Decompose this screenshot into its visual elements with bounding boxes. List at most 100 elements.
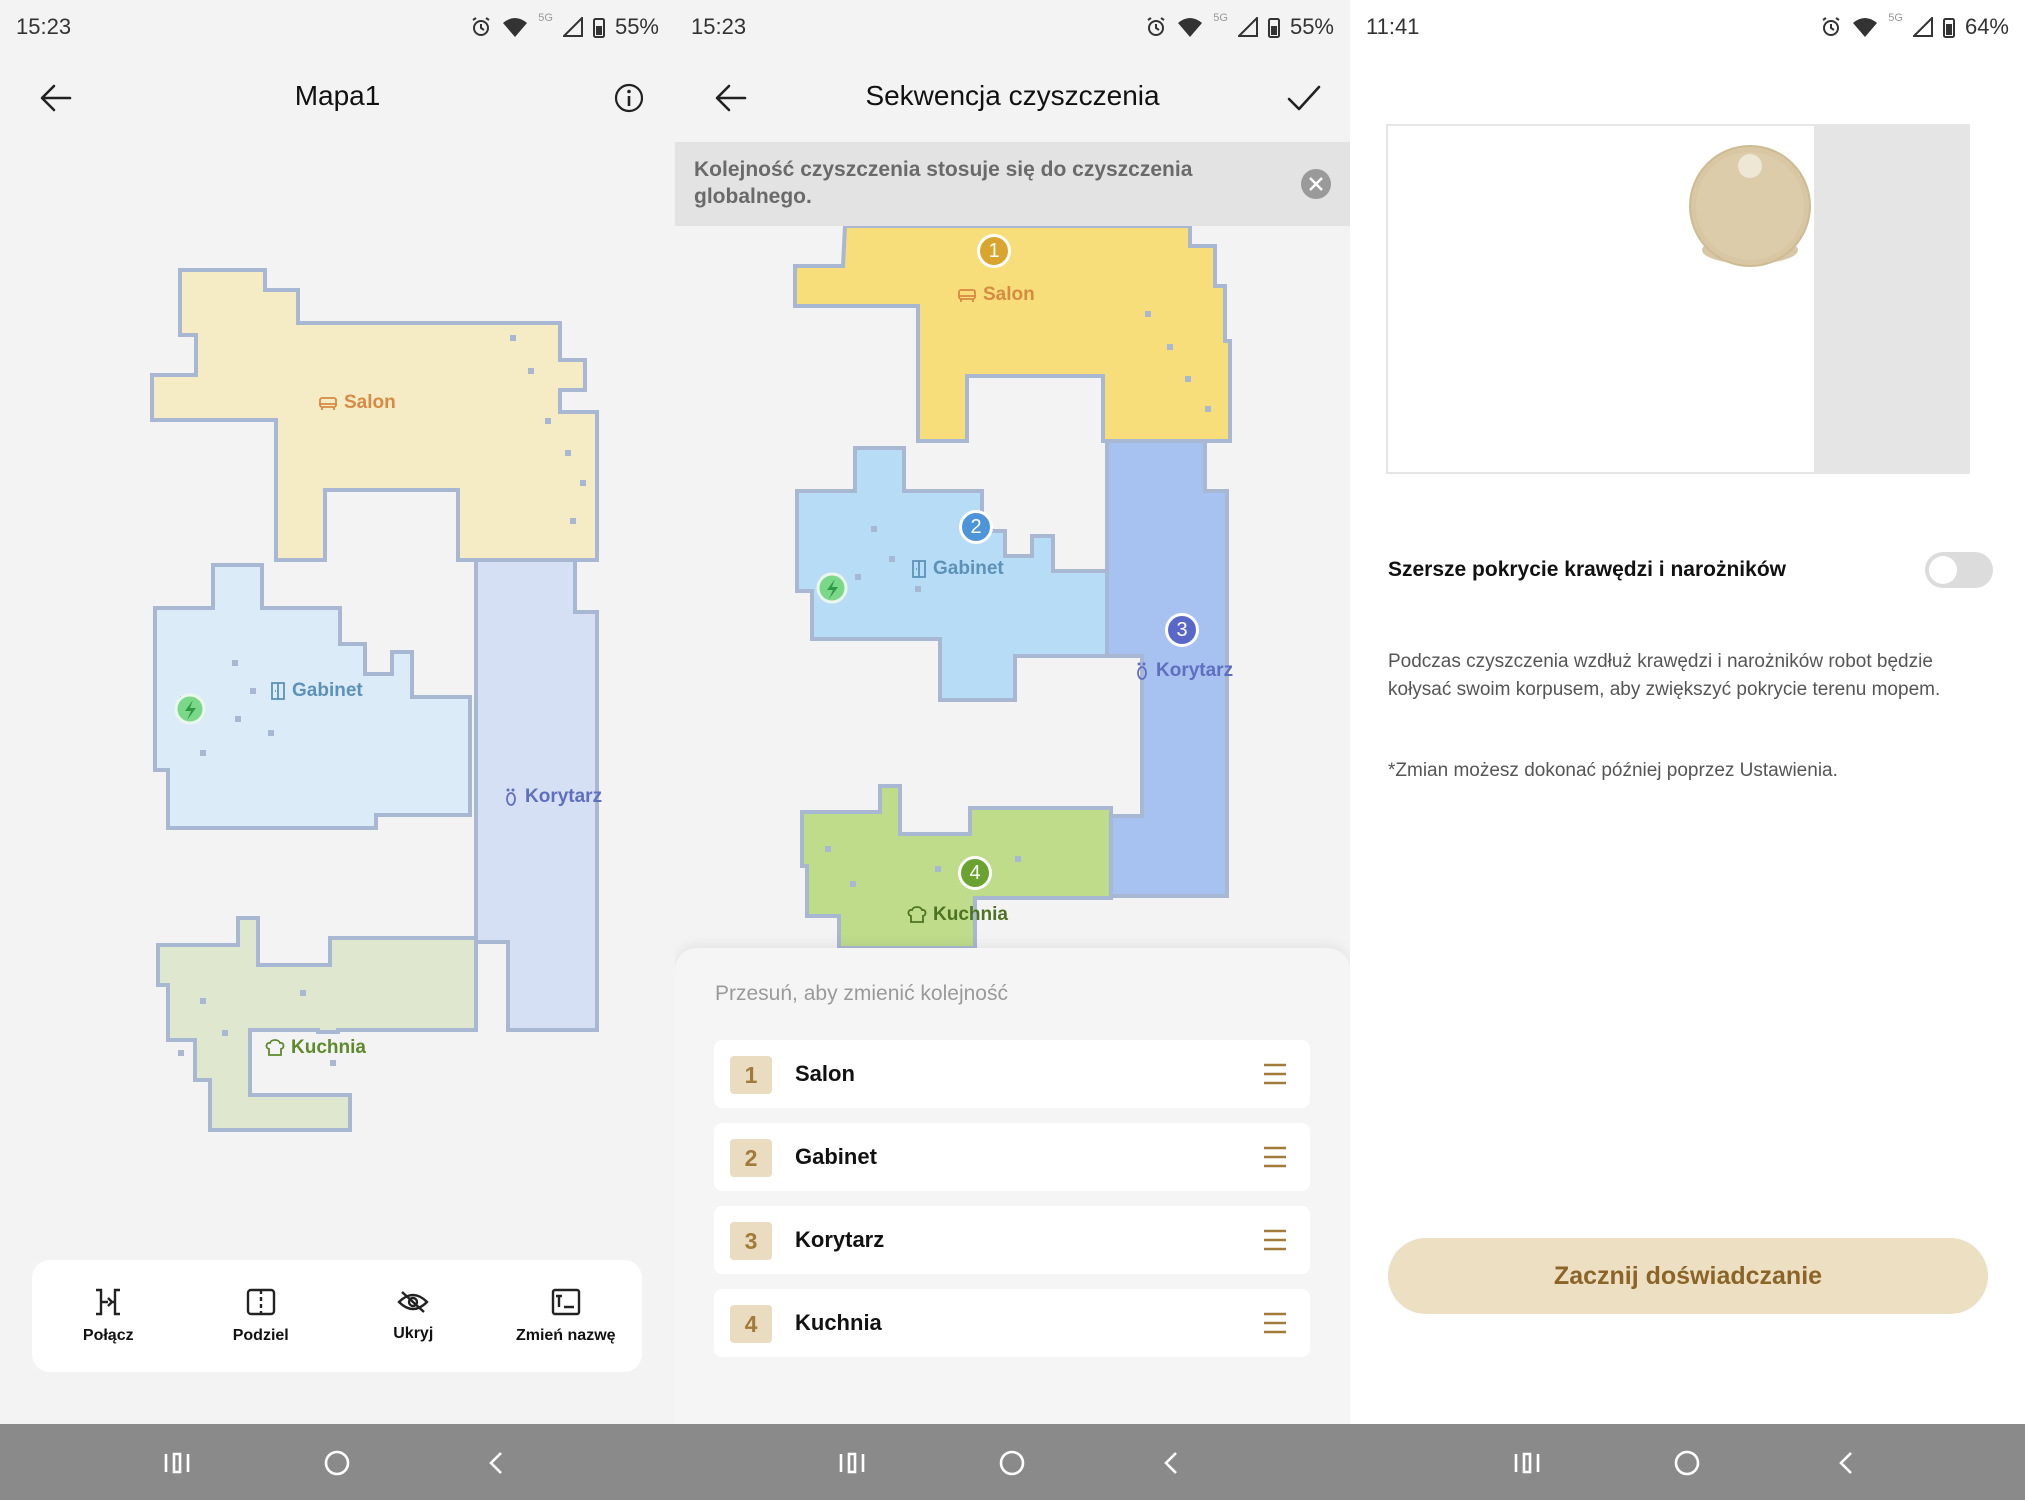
edge-coverage-panel: 11:41 5G 64% Szersze pokrycie krawędzi i… [1350, 0, 2025, 1500]
signal-icon [1237, 17, 1258, 37]
info-banner: Kolejność czyszczenia stosuje się do czy… [675, 142, 1350, 226]
sequence-room-name: Salon [795, 1061, 855, 1086]
sofa-icon [958, 289, 976, 302]
recent-apps-icon[interactable] [160, 1446, 194, 1480]
status-time: 15:23 [16, 14, 72, 39]
edge-coverage-setting: Szersze pokrycie krawędzi i narożników [1388, 552, 1993, 592]
sequence-item-salon[interactable]: 1 Salon [714, 1040, 1310, 1108]
back-icon[interactable] [1830, 1446, 1864, 1480]
setting-description: Podczas czyszczenia wzdłuż krawędzi i na… [1388, 651, 1941, 700]
sofa-icon [319, 397, 337, 410]
room-label-kuchnia: Kuchnia [907, 904, 1008, 926]
alarm-icon [1822, 17, 1840, 36]
merge-icon [96, 1288, 121, 1316]
door-icon [912, 560, 926, 578]
app-bar: Sekwencja czyszczenia [675, 60, 1350, 134]
room-label-gabinet: Gabinet [270, 680, 363, 702]
system-nav-bar [1350, 1424, 2025, 1500]
hide-button[interactable]: Ukryj [337, 1260, 490, 1372]
status-time: 11:41 [1366, 14, 1420, 39]
hide-icon [397, 1291, 429, 1313]
close-icon[interactable] [1300, 168, 1332, 200]
signal-icon [562, 17, 583, 37]
wifi-icon [1178, 18, 1203, 37]
seq-room-salon[interactable] [793, 226, 1232, 443]
settings-note: *Zmian możesz dokonać później poprzez Us… [1388, 760, 1838, 781]
home-icon[interactable] [320, 1446, 354, 1480]
battery-level: 64% [1964, 14, 2009, 39]
sequence-panel: 15:23 5G 55% Sekwencja czyszczenia 1 2 3… [675, 0, 1350, 1500]
reorder-hint: Przesuń, aby zmienić kolejność [715, 982, 1008, 1005]
setting-label: Szersze pokrycie krawędzi i narożników [1388, 558, 1786, 581]
battery-icon [1942, 18, 1955, 38]
preview-wall [1814, 126, 1968, 472]
charging-dock-icon[interactable] [174, 693, 206, 725]
info-icon[interactable] [609, 78, 649, 118]
confirm-check-icon[interactable] [1284, 78, 1324, 118]
map-panel: 15:23 5G 55% Mapa1 Salon Gabinet Korytar… [0, 0, 675, 1500]
footprint-icon [1137, 662, 1147, 680]
network-type: 5G [1888, 12, 1903, 24]
order-marker-salon: 1 [977, 234, 1011, 268]
rename-button[interactable]: Zmień nazwę [490, 1260, 643, 1372]
sequence-room-name: Korytarz [795, 1227, 885, 1252]
drag-handle-icon[interactable] [1262, 1228, 1288, 1252]
status-bar: 11:41 5G 64% [1350, 0, 2025, 56]
sequence-number: 2 [730, 1139, 772, 1177]
drag-handle-icon[interactable] [1262, 1145, 1288, 1169]
order-marker-korytarz: 3 [1165, 613, 1199, 647]
battery-level: 55% [1289, 14, 1334, 39]
room-label-korytarz: Korytarz [503, 786, 602, 808]
edge-coverage-toggle[interactable] [1925, 552, 1993, 588]
status-icons: 5G 55% [1145, 12, 1334, 42]
system-nav-bar [0, 1424, 675, 1500]
room-kuchnia[interactable] [156, 916, 478, 1132]
home-icon[interactable] [995, 1446, 1029, 1480]
room-label-korytarz: Korytarz [1134, 660, 1233, 682]
sequence-number: 4 [730, 1305, 772, 1343]
start-experience-button[interactable]: Zacznij doświadczanie [1388, 1238, 1988, 1314]
sequence-sheet: Przesuń, aby zmienić kolejność 1 Salon 2… [675, 948, 1350, 1424]
status-bar: 15:23 5G 55% [675, 0, 1350, 56]
sequence-item-kuchnia[interactable]: 4 Kuchnia [714, 1289, 1310, 1357]
room-label-salon: Salon [318, 392, 396, 414]
wifi-icon [503, 18, 528, 37]
wifi-icon [1853, 18, 1878, 37]
charging-dock-icon[interactable] [816, 572, 848, 604]
chef-hat-icon [907, 906, 927, 923]
signal-icon [1912, 17, 1933, 37]
order-marker-kuchnia: 4 [958, 856, 992, 890]
system-nav-bar [675, 1424, 1350, 1500]
status-icons: 5G 64% [1820, 12, 2009, 42]
room-salon[interactable] [150, 268, 599, 562]
drag-handle-icon[interactable] [1262, 1062, 1288, 1086]
back-icon[interactable] [1155, 1446, 1189, 1480]
sequence-item-korytarz[interactable]: 3 Korytarz [714, 1206, 1310, 1274]
home-icon[interactable] [1670, 1446, 1704, 1480]
page-title: Mapa1 [294, 80, 381, 111]
map-edit-toolbar: Połącz Podziel Ukryj Zmień nazwę [32, 1260, 642, 1372]
door-icon [271, 682, 285, 700]
battery-icon [1267, 18, 1280, 38]
sequence-number: 3 [730, 1222, 772, 1260]
sequence-item-gabinet[interactable]: 2 Gabinet [714, 1123, 1310, 1191]
chef-hat-icon [265, 1039, 285, 1056]
recent-apps-icon[interactable] [1510, 1446, 1544, 1480]
toggle-knob [1929, 556, 1957, 584]
back-icon[interactable] [480, 1446, 514, 1480]
banner-text: Kolejność czyszczenia stosuje się do czy… [694, 158, 1193, 208]
merge-button[interactable]: Połącz [32, 1260, 185, 1372]
sequence-room-name: Gabinet [795, 1144, 877, 1169]
room-label-salon: Salon [957, 284, 1035, 306]
feature-preview-image [1386, 124, 1970, 474]
footprint-icon [506, 788, 516, 806]
sequence-map [793, 226, 1232, 948]
robot-vacuum-icon [1689, 145, 1811, 267]
status-bar: 15:23 5G 55% [0, 0, 675, 56]
alarm-icon [472, 17, 490, 36]
recent-apps-icon[interactable] [835, 1446, 869, 1480]
split-button[interactable]: Podziel [185, 1260, 338, 1372]
app-bar: Mapa1 [0, 60, 675, 134]
drag-handle-icon[interactable] [1262, 1311, 1288, 1335]
network-type: 5G [1213, 12, 1228, 24]
